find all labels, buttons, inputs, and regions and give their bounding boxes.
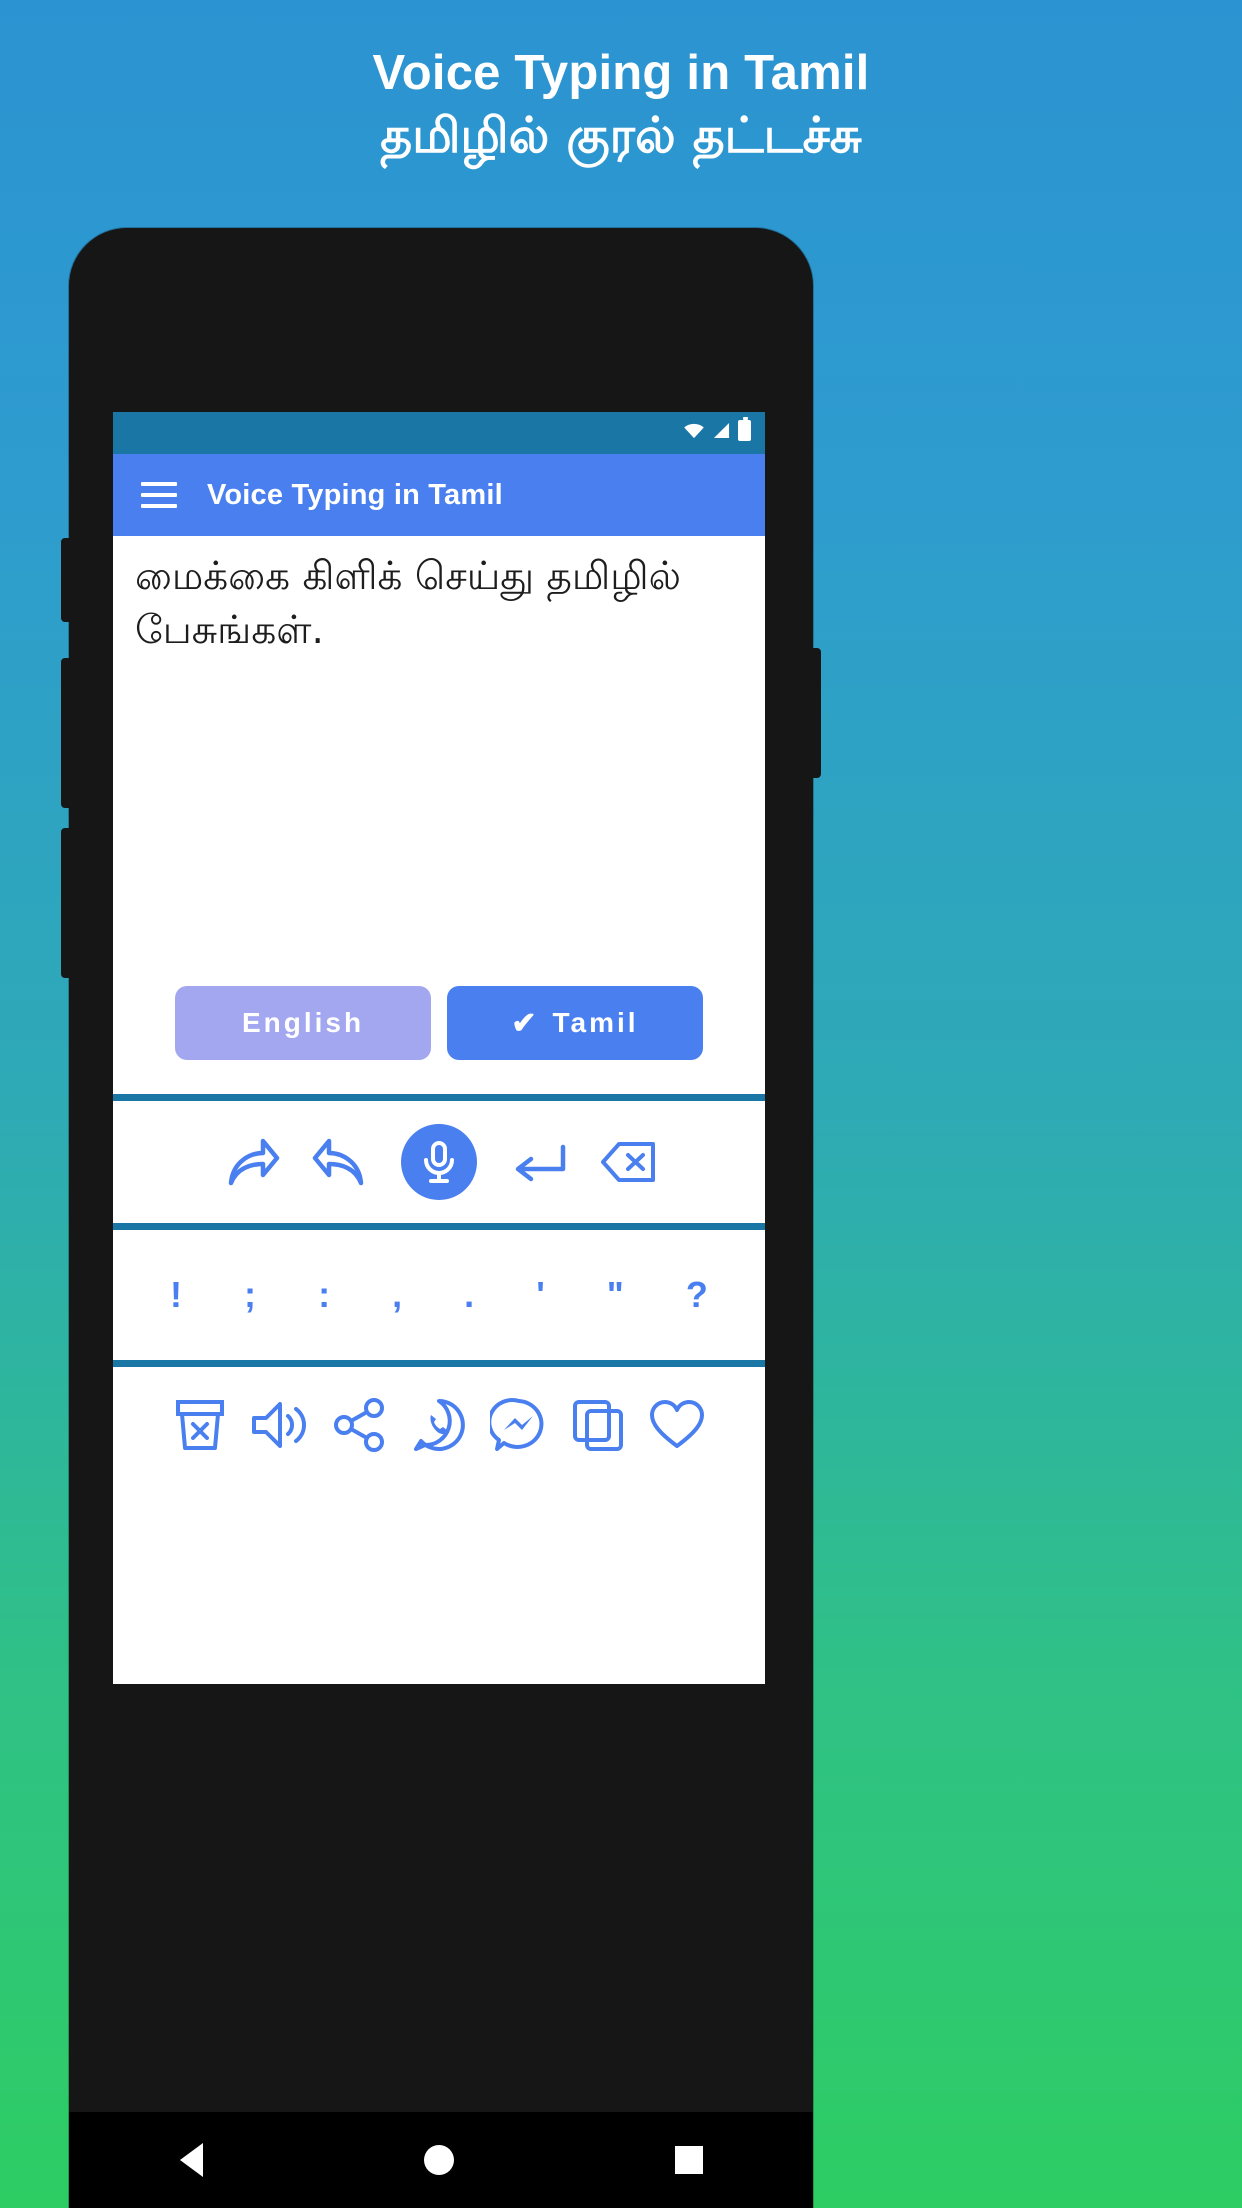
enter-newline-icon[interactable] xyxy=(507,1135,569,1189)
whatsapp-icon[interactable] xyxy=(410,1396,468,1454)
nav-home-icon[interactable] xyxy=(423,2145,454,2175)
speaker-icon[interactable] xyxy=(250,1398,310,1452)
phone-side-button-top xyxy=(61,538,73,622)
punct-key-colon[interactable]: : xyxy=(318,1274,330,1316)
text-editor-area[interactable]: மைக்கை கிளிக் செய்து தமிழில் பேசுங்கள். … xyxy=(113,536,765,1094)
nav-recents-icon[interactable] xyxy=(674,2146,703,2174)
hamburger-menu-icon[interactable] xyxy=(141,482,177,508)
phone-mockup: Voice Typing in Tamil மைக்கை கிளிக் செய்… xyxy=(61,228,821,2208)
promo-headline: Voice Typing in Tamil தமிழில் குரல் தட்ட… xyxy=(0,46,1242,166)
phone-screen: Voice Typing in Tamil மைக்கை கிளிக் செய்… xyxy=(113,412,765,1684)
app-bar-title: Voice Typing in Tamil xyxy=(207,478,503,511)
punctuation-keys: ! ; : , . ' " ? xyxy=(113,1274,765,1316)
editor-text: மைக்கை கிளிக் செய்து தமிழில் பேசுங்கள். xyxy=(135,554,682,653)
punct-key-apostrophe[interactable]: ' xyxy=(536,1274,545,1316)
status-bar xyxy=(113,412,765,454)
language-button-tamil-label: Tamil xyxy=(552,1007,639,1038)
status-bar-icons xyxy=(683,417,751,441)
promo-title-english: Voice Typing in Tamil xyxy=(372,46,870,100)
language-button-english[interactable]: English xyxy=(175,986,431,1060)
language-button-english-label: English xyxy=(241,1007,365,1038)
punct-key-exclamation[interactable]: ! xyxy=(170,1274,182,1316)
divider-3 xyxy=(113,1360,765,1367)
copy-icon[interactable] xyxy=(570,1397,626,1453)
android-nav-bar xyxy=(69,2112,813,2208)
punct-key-period[interactable]: . xyxy=(464,1274,474,1316)
punct-key-comma[interactable]: , xyxy=(392,1274,402,1316)
wifi-icon xyxy=(684,423,704,438)
language-button-tamil[interactable]: ✔ Tamil xyxy=(447,986,703,1060)
backspace-icon[interactable] xyxy=(599,1138,657,1186)
battery-icon xyxy=(738,417,751,441)
punct-key-quote[interactable]: " xyxy=(607,1274,624,1316)
microphone-icon[interactable] xyxy=(401,1124,477,1200)
check-icon: ✔ xyxy=(511,1006,537,1040)
favorite-heart-icon[interactable] xyxy=(648,1398,706,1452)
action-toolbar xyxy=(113,1367,765,1483)
signal-icon xyxy=(713,422,730,439)
app-bar: Voice Typing in Tamil xyxy=(113,454,765,536)
divider-1 xyxy=(113,1094,765,1101)
divider-2 xyxy=(113,1223,765,1230)
phone-volume-up-button xyxy=(61,658,73,808)
punctuation-toolbar: ! ; : , . ' " ? xyxy=(113,1230,765,1360)
clear-trash-icon[interactable] xyxy=(172,1396,228,1454)
punct-key-semicolon[interactable]: ; xyxy=(244,1274,256,1316)
phone-volume-down-button xyxy=(61,828,73,978)
phone-power-button xyxy=(809,648,821,778)
nav-back-icon[interactable] xyxy=(179,2143,203,2177)
promo-title-tamil: தமிழில் குரல் தட்டச்சு xyxy=(380,106,862,164)
share-icon[interactable] xyxy=(332,1397,388,1453)
edit-toolbar xyxy=(113,1101,765,1223)
punct-key-question[interactable]: ? xyxy=(686,1274,708,1316)
language-selector: English ✔ Tamil xyxy=(113,986,765,1060)
redo-icon[interactable] xyxy=(221,1133,281,1191)
messenger-icon[interactable] xyxy=(490,1396,548,1454)
undo-icon[interactable] xyxy=(311,1133,371,1191)
